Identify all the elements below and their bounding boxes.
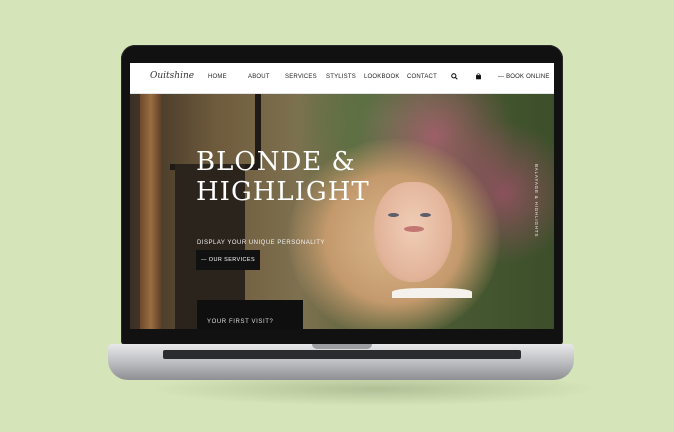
site-logo[interactable]: Ouitshine [150,71,194,81]
model-eye-right [420,213,431,217]
site-navbar: Ouitshine HOME ABOUT SERVICES STYLISTS L… [130,63,554,94]
model-lips [404,226,424,232]
hero-section: BLONDE & HIGHLIGHT DISPLAY YOUR UNIQUE P… [130,94,554,329]
model-collar [392,288,472,298]
nav-home[interactable]: HOME [208,74,227,80]
hero-wooden-post [140,94,162,329]
nav-stylists[interactable]: STYLISTS [326,74,356,80]
book-online-link[interactable]: — BOOK ONLINE [498,74,550,80]
bag-icon[interactable] [475,73,482,82]
hero-title-line1: BLONDE & [196,147,356,177]
nav-services[interactable]: SERVICES [285,74,317,80]
hero-title-line2: HIGHLIGHT [196,177,370,207]
nav-contact[interactable]: CONTACT [407,74,437,80]
model-eye-left [388,213,399,217]
laptop-screen: Ouitshine HOME ABOUT SERVICES STYLISTS L… [130,63,554,329]
hero-subtitle: DISPLAY YOUR UNIQUE PERSONALITY [197,240,325,246]
first-visit-panel[interactable]: YOUR FIRST VISIT? [197,300,303,329]
model-face [374,182,452,282]
hero-title: BLONDE & HIGHLIGHT [196,147,370,207]
nav-lookbook[interactable]: LOOKBOOK [364,74,400,80]
hero-side-text: BALAYAGE & HIGHLIGHTS [534,164,539,238]
search-icon[interactable] [451,73,458,82]
our-services-button[interactable]: — OUR SERVICES [196,250,260,270]
nav-about[interactable]: ABOUT [248,74,270,80]
laptop-notch [312,344,372,349]
laptop-keyboard [163,350,521,359]
